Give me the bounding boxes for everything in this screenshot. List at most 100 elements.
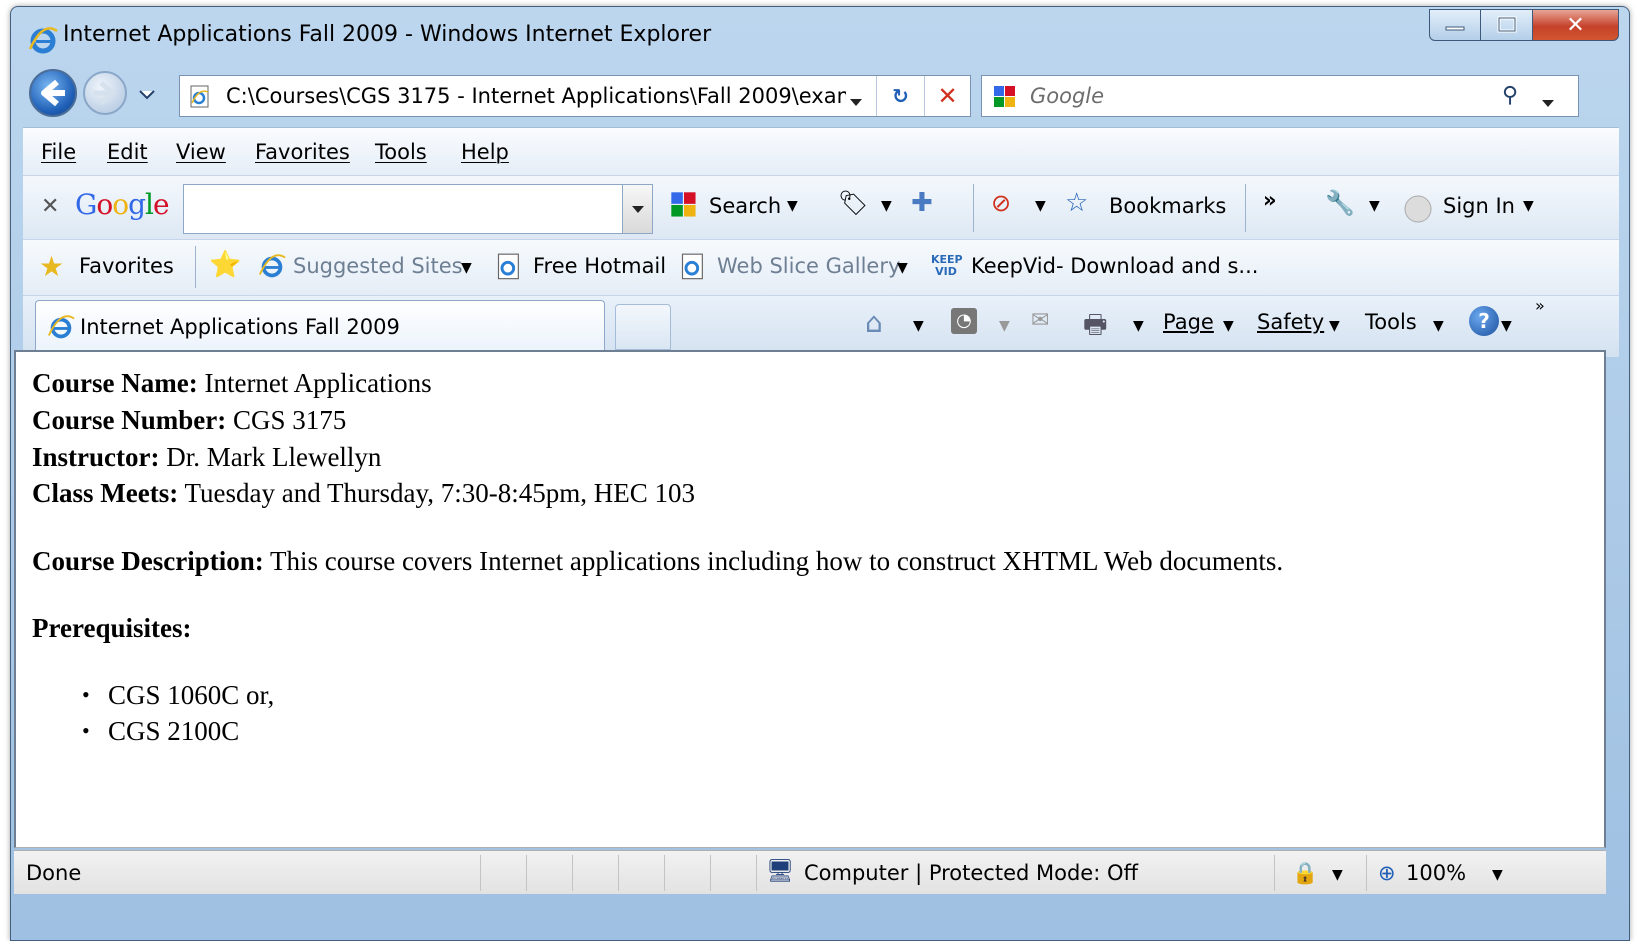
class-meets-line: Class Meets: Tuesday and Thursday, 7:30-…	[32, 478, 695, 509]
feeds-dropdown[interactable]: ▼	[999, 318, 1010, 334]
home-dropdown[interactable]: ▼	[913, 318, 924, 334]
menu-help[interactable]: Help	[461, 140, 509, 164]
close-icon: ✕	[1566, 12, 1585, 38]
suggested-sites-dropdown[interactable]: ▼	[461, 260, 472, 276]
menu-tools[interactable]: Tools	[375, 140, 427, 164]
add-favorite-icon[interactable]: ⭐	[209, 250, 241, 280]
help-icon[interactable]: ?	[1469, 306, 1499, 336]
address-dropdown[interactable]	[850, 91, 862, 110]
menu-view[interactable]: View	[176, 140, 226, 164]
protected-mode-dropdown[interactable]: ▼	[1332, 867, 1343, 883]
menu-file[interactable]: File	[41, 140, 76, 164]
title-bar[interactable]: Internet Applications Fall 2009 - Window…	[11, 7, 1629, 59]
sign-in-dropdown[interactable]: ▼	[1523, 198, 1534, 214]
forward-button[interactable]	[83, 71, 127, 115]
tools-menu-dropdown[interactable]: ▼	[1433, 318, 1444, 334]
course-name-line: Course Name: Internet Applications	[32, 368, 432, 399]
url-input[interactable]: C:\Courses\CGS 3175 - Internet Applicati…	[226, 84, 846, 108]
status-divider	[756, 855, 757, 891]
search-options-dropdown[interactable]	[1542, 92, 1554, 111]
page-icon	[497, 253, 519, 280]
web-slice-gallery-link[interactable]: Web Slice Gallery	[717, 254, 900, 278]
new-tab-button[interactable]	[615, 304, 671, 350]
ie-tab-icon	[47, 315, 75, 339]
protected-mode-icon[interactable]: 🔒	[1292, 861, 1318, 886]
course-description-value: This course covers Internet applications…	[269, 546, 1284, 576]
refresh-icon: ↻	[892, 84, 909, 108]
back-button[interactable]	[29, 69, 77, 117]
free-hotmail-link[interactable]: Free Hotmail	[533, 254, 666, 278]
keepvid-icon: KEEP VID	[931, 253, 963, 278]
wrench-settings-icon[interactable]: 🔧	[1325, 189, 1355, 217]
page-menu-dropdown[interactable]: ▼	[1223, 318, 1234, 334]
search-input[interactable]: Google ⚲	[981, 75, 1579, 117]
address-bar[interactable]: C:\Courses\CGS 3175 - Internet Applicati…	[179, 75, 971, 117]
more-commands-chevron[interactable]: »	[1535, 296, 1545, 315]
home-icon[interactable]: ⌂	[865, 306, 883, 339]
bookmark-star-icon[interactable]: ☆	[1065, 188, 1088, 218]
search-icon[interactable]: ⚲	[1502, 83, 1518, 108]
feeds-icon[interactable]: ◔	[951, 308, 977, 334]
popup-blocker-icon[interactable]: ⊘	[991, 189, 1011, 217]
keepvid-link[interactable]: KeepVid- Download and s...	[971, 254, 1258, 278]
toolbar-separator	[1245, 184, 1246, 232]
search-options-arrow[interactable]: ▼	[787, 198, 798, 214]
prerequisites-heading: Prerequisites:	[32, 613, 192, 643]
add-button-icon[interactable]: ✚	[911, 188, 933, 218]
status-divider	[480, 855, 481, 891]
safety-menu-dropdown[interactable]: ▼	[1329, 318, 1340, 334]
suggested-sites-link[interactable]: Suggested Sites	[293, 254, 463, 278]
safety-menu[interactable]: Safety	[1257, 310, 1324, 334]
settings-dropdown[interactable]: ▼	[1369, 198, 1380, 214]
zoom-icon: ⊕	[1378, 861, 1396, 885]
favorites-star-icon: ★	[39, 250, 65, 283]
status-divider	[1366, 855, 1367, 891]
tab-internet-applications[interactable]: Internet Applications Fall 2009	[35, 300, 605, 356]
toolbar-separator	[973, 184, 974, 232]
prerequisites-line: Prerequisites:	[32, 613, 191, 644]
more-tools-chevron[interactable]: »	[1263, 188, 1277, 212]
close-toolbar-icon[interactable]: ✕	[41, 194, 59, 219]
google-search-button[interactable]: Search	[709, 194, 781, 218]
help-dropdown[interactable]: ▼	[1501, 318, 1512, 334]
minimize-button[interactable]	[1429, 9, 1481, 41]
course-number-label: Course Number:	[32, 405, 227, 435]
read-mail-icon[interactable]: ✉	[1031, 308, 1049, 333]
google-search-field[interactable]	[183, 184, 653, 234]
page-icon	[681, 253, 703, 280]
zoom-dropdown[interactable]: ▼	[1492, 867, 1503, 883]
prerequisite-item: CGS 2100C	[82, 716, 239, 747]
stop-icon: ✕	[937, 82, 958, 110]
print-icon[interactable]: 🖶	[1083, 306, 1108, 350]
maximize-button[interactable]	[1481, 9, 1533, 41]
security-zone-text[interactable]: Computer | Protected Mode: Off	[804, 861, 1138, 885]
refresh-button[interactable]: ↻	[876, 76, 924, 116]
sign-in-button[interactable]: Sign In	[1443, 194, 1515, 218]
tab-bar: Internet Applications Fall 2009 ⌂ ▼ ◔ ▼ …	[23, 295, 1619, 357]
pagerank-icon[interactable]: 🏷	[838, 189, 868, 217]
instructor-value: Dr. Mark Llewellyn	[166, 442, 382, 472]
ie-page-icon	[258, 254, 286, 278]
course-number-line: Course Number: CGS 3175	[32, 405, 346, 436]
pagerank-dropdown[interactable]: ▼	[881, 198, 892, 214]
status-text: Done	[26, 861, 82, 885]
menu-edit[interactable]: Edit	[107, 140, 148, 164]
search-placeholder: Google	[1030, 84, 1105, 108]
bookmarks-button[interactable]: Bookmarks	[1109, 194, 1226, 218]
computer-zone-icon: 🖥	[766, 859, 794, 884]
google-search-dropdown[interactable]	[622, 185, 652, 233]
popup-blocker-dropdown[interactable]: ▼	[1035, 198, 1046, 214]
close-button[interactable]: ✕	[1533, 9, 1619, 41]
web-slice-dropdown[interactable]: ▼	[897, 260, 908, 276]
chevron-down-icon	[850, 99, 862, 106]
recent-pages-dropdown[interactable]	[139, 85, 155, 104]
page-menu[interactable]: Page	[1163, 310, 1214, 334]
zoom-level[interactable]: 100%	[1406, 861, 1466, 885]
stop-button[interactable]: ✕	[924, 76, 970, 116]
course-description-label: Course Description:	[32, 546, 264, 576]
forward-arrow-icon	[94, 81, 117, 105]
tools-menu[interactable]: Tools	[1365, 310, 1417, 334]
favorites-button[interactable]: Favorites	[79, 254, 174, 278]
print-dropdown[interactable]: ▼	[1133, 318, 1144, 334]
menu-favorites[interactable]: Favorites	[255, 140, 350, 164]
